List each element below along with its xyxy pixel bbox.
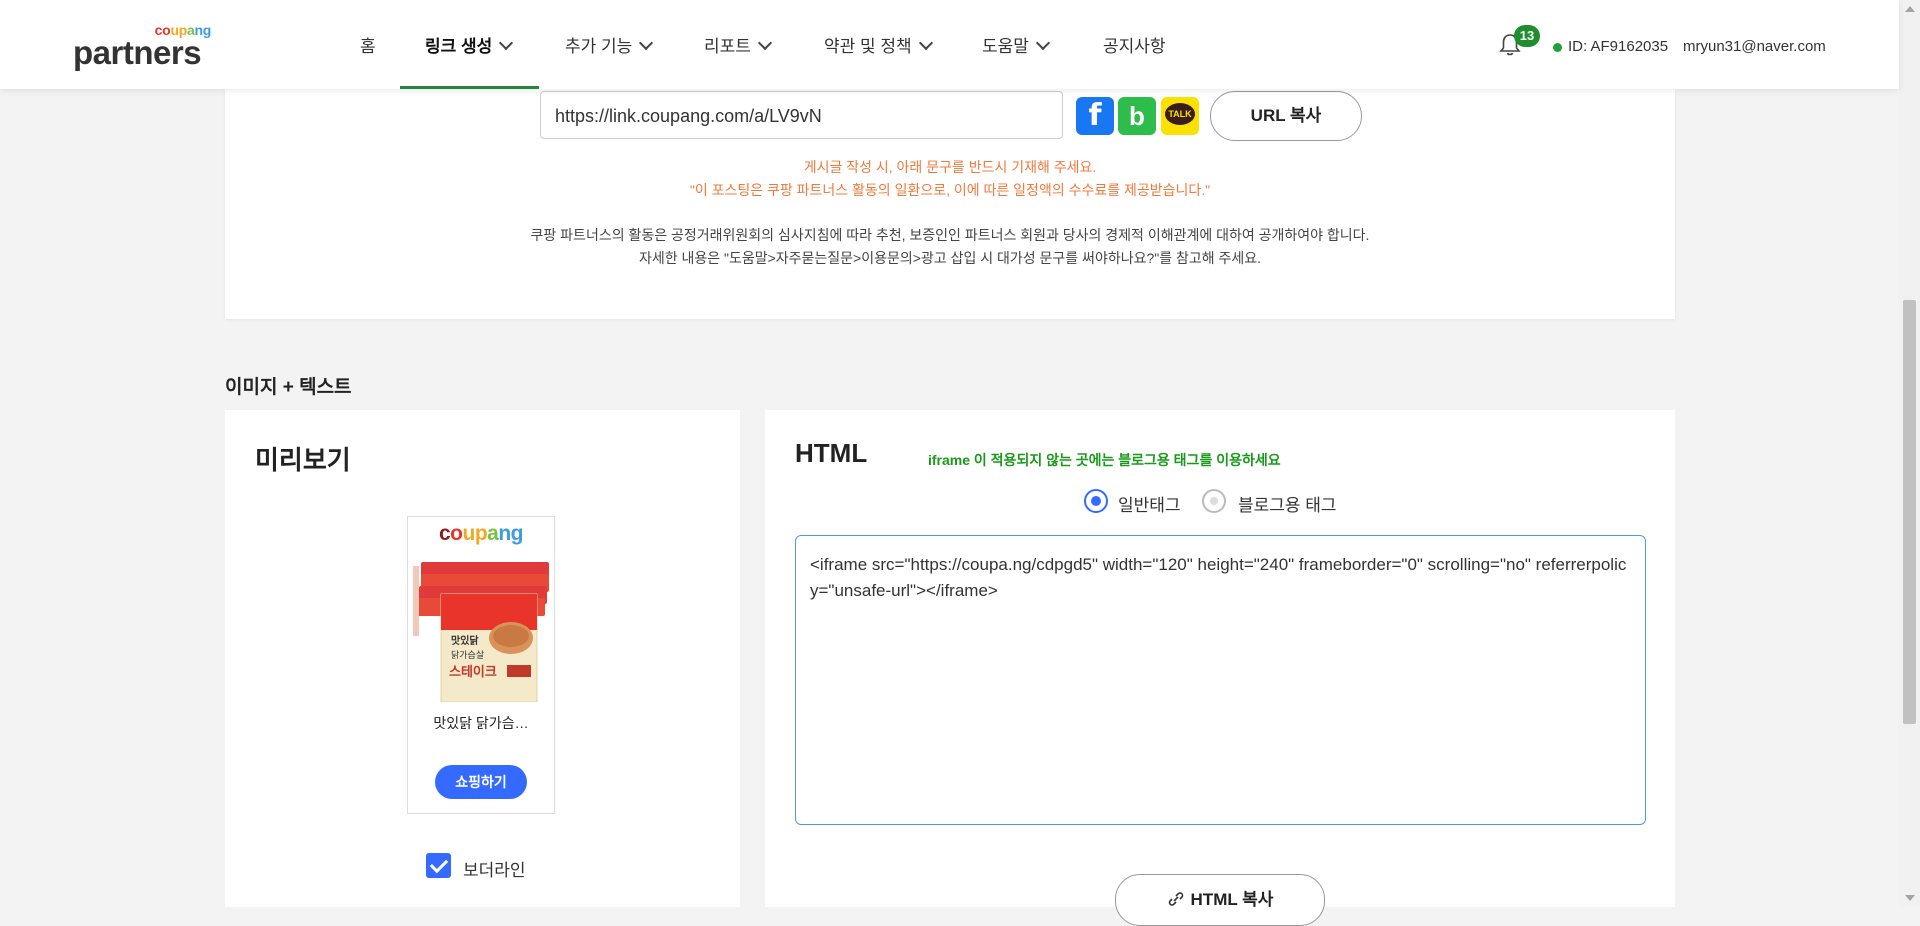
nav-terms-policy[interactable]: 약관 및 정책 [824, 0, 933, 89]
band-icon[interactable]: b [1118, 97, 1156, 135]
html-heading: HTML [795, 438, 868, 468]
logo-partners-text: partners [73, 34, 202, 71]
scroll-up-arrow-icon[interactable] [1905, 6, 1915, 12]
chevron-down-icon [1035, 35, 1050, 51]
product-name: 맛있닭 닭가슴… [433, 715, 529, 731]
coupang-partners-logo[interactable]: coupang partners [73, 22, 213, 72]
radio-normal-tag-label[interactable]: 일반태그 [1118, 491, 1181, 516]
iframe-hint-text: iframe 이 적용되지 않는 곳에는 블로그용 태그를 이용하세요 [928, 452, 1281, 468]
disclosure-notice-line-1: 게시글 작성 시, 아래 문구를 반드시 기재해 주세요. [803, 159, 1097, 175]
user-email[interactable]: mryun31@naver.com [1683, 38, 1826, 55]
nav-help[interactable]: 도움말 [982, 0, 1050, 89]
chevron-down-icon [918, 35, 933, 51]
preview-heading: 미리보기 [255, 445, 351, 475]
svg-text:스테이크: 스테이크 [449, 664, 497, 679]
nav-home[interactable]: 홈 [360, 0, 376, 89]
section-title: 이미지 + 텍스트 [225, 377, 352, 398]
borderline-checkbox[interactable] [426, 853, 451, 878]
product-widget-preview: coupang 맛있닭 닭가슴살 스테이크 맛있닭 닭가슴… 쇼핑하기 [407, 516, 555, 814]
link-icon [1168, 892, 1183, 906]
html-code-textarea[interactable]: <iframe src="https://coupa.ng/cdpgd5" wi… [795, 535, 1646, 825]
radio-blog-tag-label[interactable]: 블로그용 태그 [1238, 491, 1337, 516]
short-url-field[interactable]: https://link.coupang.com/a/LV9vN [540, 91, 1063, 139]
html-code-card: HTML iframe 이 적용되지 않는 곳에는 블로그용 태그를 이용하세요… [765, 410, 1675, 926]
nav-report[interactable]: 리포트 [704, 0, 772, 89]
nav-extra-features[interactable]: 추가 기능 [565, 0, 654, 89]
chevron-down-icon [757, 35, 772, 51]
user-id: ID: AF9162035 [1568, 38, 1669, 55]
chevron-down-icon [499, 35, 514, 51]
svg-text:닭가슴살: 닭가슴살 [451, 649, 484, 660]
shopping-button[interactable]: 쇼핑하기 [435, 765, 527, 799]
html-copy-button[interactable]: HTML 복사 [1115, 874, 1325, 926]
facebook-icon[interactable]: f [1076, 97, 1114, 135]
kakaotalk-label: TALK [1165, 103, 1195, 125]
chevron-down-icon [639, 35, 654, 51]
guideline-text-line-1: 쿠팡 파트너스의 활동은 공정거래위원회의 심사지침에 따라 추천, 보증인인 … [530, 227, 1370, 243]
link-result-card: https://link.coupang.com/a/LV9vN f b TAL… [225, 89, 1675, 319]
active-nav-indicator [400, 86, 539, 89]
page-scrollbar[interactable] [1899, 0, 1920, 907]
radio-blog-tag[interactable] [1202, 489, 1226, 513]
coupang-logo: coupang [438, 522, 524, 545]
nav-link-create[interactable]: 링크 생성 [425, 0, 514, 89]
radio-normal-tag[interactable] [1084, 489, 1108, 513]
borderline-checkbox-label[interactable]: 보더라인 [463, 856, 526, 881]
kakaotalk-icon[interactable]: TALK [1161, 97, 1199, 135]
product-image: 맛있닭 닭가슴살 스테이크 [413, 562, 549, 702]
scroll-down-arrow-icon[interactable] [1905, 895, 1915, 901]
url-copy-button[interactable]: URL 복사 [1210, 91, 1362, 141]
html-copy-label: HTML 복사 [1190, 890, 1274, 909]
preview-card: 미리보기 coupang 맛있닭 닭가슴살 스테이크 맛있닭 닭가슴… 쇼핑하기… [225, 410, 740, 907]
nav-notice[interactable]: 공지사항 [1103, 0, 1166, 89]
svg-text:맛있닭: 맛있닭 [451, 634, 479, 647]
guideline-text-line-2: 자세한 내용은 "도움말>자주묻는질문>이용문의>광고 삽입 시 대가성 문구를… [638, 250, 1262, 266]
status-dot [1553, 43, 1562, 52]
top-header: coupang partners 홈 링크 생성 추가 기능 리포트 약관 및 … [0, 0, 1899, 89]
scrollbar-thumb[interactable] [1903, 300, 1916, 724]
disclosure-notice-line-2: "이 포스팅은 쿠팡 파트너스 활동의 일환으로, 이에 따른 일정액의 수수료… [689, 182, 1211, 198]
notification-count-badge: 13 [1514, 25, 1540, 47]
